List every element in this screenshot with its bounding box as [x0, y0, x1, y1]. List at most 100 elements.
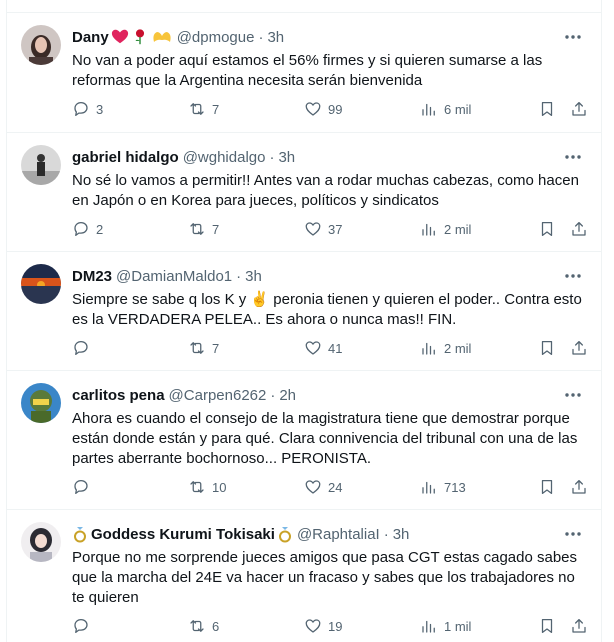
tweet-time[interactable]: 3h	[245, 268, 262, 285]
more-icon[interactable]	[563, 147, 583, 167]
bookmark-button[interactable]	[538, 338, 556, 358]
author-name[interactable]: DM23	[72, 268, 112, 285]
red-heart-icon	[111, 28, 129, 46]
bookmark-button[interactable]	[538, 219, 556, 239]
retweet-button[interactable]: 7	[188, 219, 219, 239]
tweet-item[interactable]: Goddess Kurumi Tokisaki @RaphtaliaI · 3h…	[7, 509, 601, 642]
share-button[interactable]	[570, 616, 588, 636]
separator-dot: ·	[270, 386, 276, 404]
views-button[interactable]: 1 mil	[420, 616, 471, 636]
share-button[interactable]	[570, 99, 588, 119]
views-button[interactable]: 2 mil	[420, 338, 471, 358]
views-icon	[422, 481, 435, 494]
author-name[interactable]: gabriel hidalgo	[72, 149, 179, 166]
bookmark-button[interactable]	[538, 616, 556, 636]
retweet-icon	[190, 342, 204, 354]
retweet-icon	[190, 223, 204, 235]
views-button[interactable]: 713	[420, 477, 466, 497]
tweet-text: Siempre se sabe q los K y ✌️ peronia tie…	[72, 291, 582, 328]
tweet-actions: 3 7 99 6 mil	[72, 99, 597, 119]
author-handle[interactable]: @DamianMaldo1	[116, 268, 232, 285]
reply-button[interactable]: 3	[72, 99, 103, 119]
like-count: 19	[328, 618, 343, 634]
like-button[interactable]: 24	[304, 477, 342, 497]
like-button[interactable]: 19	[304, 616, 342, 636]
author-name[interactable]: carlitos pena	[72, 387, 165, 404]
ring-icon	[277, 525, 293, 543]
reply-count: 3	[96, 101, 104, 117]
separator-dot: ·	[258, 28, 264, 46]
more-icon[interactable]	[563, 266, 583, 286]
tweet-time[interactable]: 3h	[393, 526, 410, 543]
like-button[interactable]: 37	[304, 219, 342, 239]
heart-icon	[305, 222, 321, 236]
views-count: 2 mil	[444, 221, 472, 237]
avatar[interactable]	[21, 264, 61, 304]
like-count: 41	[328, 340, 343, 356]
heart-icon	[305, 619, 321, 633]
tweet-actions: 6 19 1 mil	[72, 616, 597, 636]
more-icon[interactable]	[563, 27, 583, 47]
share-button[interactable]	[570, 219, 588, 239]
tweet-item[interactable]: DM23 @DamianMaldo1 · 3h Siempre se sabe …	[7, 251, 601, 370]
share-icon	[572, 340, 586, 355]
tweet-item[interactable]: gabriel hidalgo @wghidalgo · 3h No sé lo…	[7, 132, 601, 251]
author-handle[interactable]: @dpmogue	[177, 29, 255, 46]
separator-dot: ·	[236, 267, 242, 285]
retweet-button[interactable]: 7	[188, 99, 219, 119]
tweet-text: Porque no me sorprende jueces amigos que…	[72, 549, 578, 606]
tweet-time[interactable]: 3h	[278, 149, 295, 166]
retweet-button[interactable]: 6	[188, 616, 219, 636]
bookmark-button[interactable]	[538, 477, 556, 497]
reply-button[interactable]	[72, 616, 96, 636]
tweet-time[interactable]: 2h	[279, 387, 296, 404]
tweet-text: No sé lo vamos a permitir!! Antes van a …	[72, 172, 579, 209]
views-icon	[422, 342, 435, 355]
heart-hands-icon	[151, 28, 173, 46]
views-count: 2 mil	[444, 340, 472, 356]
views-icon	[422, 103, 435, 116]
retweet-count: 6	[212, 618, 220, 634]
more-icon[interactable]	[563, 385, 583, 405]
retweet-count: 7	[212, 340, 220, 356]
author-handle[interactable]: @wghidalgo	[183, 149, 266, 166]
tweet-text: No van a poder aquí estamos el 56% firme…	[72, 52, 543, 89]
like-button[interactable]: 41	[304, 338, 342, 358]
more-icon[interactable]	[563, 524, 583, 544]
reply-button[interactable]: 2	[72, 219, 103, 239]
reply-icon	[74, 340, 88, 356]
avatar[interactable]	[21, 25, 61, 65]
tweet-item[interactable]: Dany @dpmogue · 3h No van a poder aquí e…	[7, 12, 601, 132]
reply-feed: Dany @dpmogue · 3h No van a poder aquí e…	[6, 0, 602, 642]
reply-button[interactable]	[72, 477, 96, 497]
author-name[interactable]: Dany	[72, 29, 109, 46]
views-icon	[422, 223, 435, 236]
avatar[interactable]	[21, 145, 61, 185]
reply-icon	[74, 618, 88, 634]
separator-dot: ·	[383, 525, 389, 543]
retweet-button[interactable]: 7	[188, 338, 219, 358]
views-button[interactable]: 6 mil	[420, 99, 471, 119]
rose-icon	[131, 28, 149, 46]
tweet-item[interactable]: carlitos pena @Carpen6262 · 2h Ahora es …	[7, 370, 601, 509]
author-handle[interactable]: @RaphtaliaI	[297, 526, 380, 543]
reply-icon	[74, 479, 88, 495]
share-button[interactable]	[570, 477, 588, 497]
author-handle[interactable]: @Carpen6262	[169, 387, 267, 404]
retweet-count: 7	[212, 101, 220, 117]
bookmark-icon	[541, 618, 553, 634]
reply-button[interactable]	[72, 338, 96, 358]
tweet-time[interactable]: 3h	[267, 29, 284, 46]
tweet-actions: 10 24 713	[72, 477, 597, 497]
bookmark-button[interactable]	[538, 99, 556, 119]
avatar[interactable]	[21, 522, 61, 562]
share-icon	[572, 101, 586, 116]
author-name[interactable]: Goddess Kurumi Tokisaki	[91, 526, 275, 543]
like-button[interactable]: 99	[304, 99, 342, 119]
views-count: 1 mil	[444, 618, 472, 634]
share-button[interactable]	[570, 338, 588, 358]
retweet-button[interactable]: 10	[188, 477, 226, 497]
views-button[interactable]: 2 mil	[420, 219, 471, 239]
avatar[interactable]	[21, 383, 61, 423]
like-count: 99	[328, 101, 343, 117]
